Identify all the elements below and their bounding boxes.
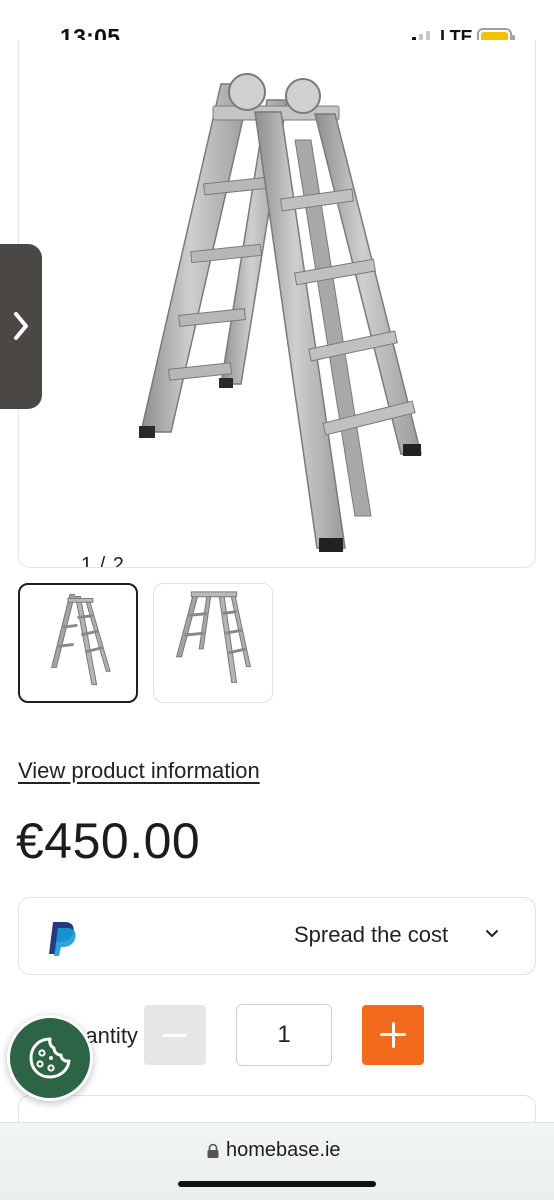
thumbnail-1[interactable] bbox=[18, 583, 138, 703]
browser-address-bar[interactable]: homebase.ie bbox=[0, 1122, 554, 1200]
quantity-decrease-button[interactable] bbox=[144, 1005, 206, 1065]
product-price: €450.00 bbox=[16, 813, 201, 869]
product-page: 13:05 LTE 1 / 2 View product information… bbox=[0, 0, 554, 1200]
minus-icon bbox=[163, 1034, 187, 1037]
url-text: homebase.ie bbox=[226, 1139, 341, 1161]
product-image-gallery[interactable]: 1 / 2 bbox=[18, 40, 536, 568]
thumbnail-2[interactable] bbox=[153, 583, 273, 703]
side-panel-tab[interactable] bbox=[0, 244, 42, 409]
cookie-icon bbox=[29, 1037, 71, 1079]
lock-icon bbox=[207, 1143, 219, 1158]
chevron-right-icon bbox=[14, 312, 28, 340]
ladder-thumbnail-image bbox=[175, 591, 251, 683]
ladder-main-image bbox=[139, 73, 422, 552]
quantity-increase-button[interactable] bbox=[362, 1005, 424, 1065]
paypal-icon bbox=[49, 922, 76, 956]
cookie-settings-button[interactable] bbox=[7, 1015, 93, 1101]
chevron-down-icon bbox=[486, 930, 498, 937]
ladder-thumbnail-image bbox=[51, 594, 111, 686]
view-product-information-link[interactable]: View product information bbox=[18, 758, 260, 784]
image-counter: 1 / 2 bbox=[81, 554, 125, 568]
home-indicator[interactable] bbox=[178, 1181, 376, 1187]
quantity-input[interactable]: 1 bbox=[236, 1004, 332, 1066]
paypal-spread-cost-dropdown[interactable]: Spread the cost bbox=[18, 897, 536, 975]
spread-the-cost-label: Spread the cost bbox=[294, 922, 449, 947]
